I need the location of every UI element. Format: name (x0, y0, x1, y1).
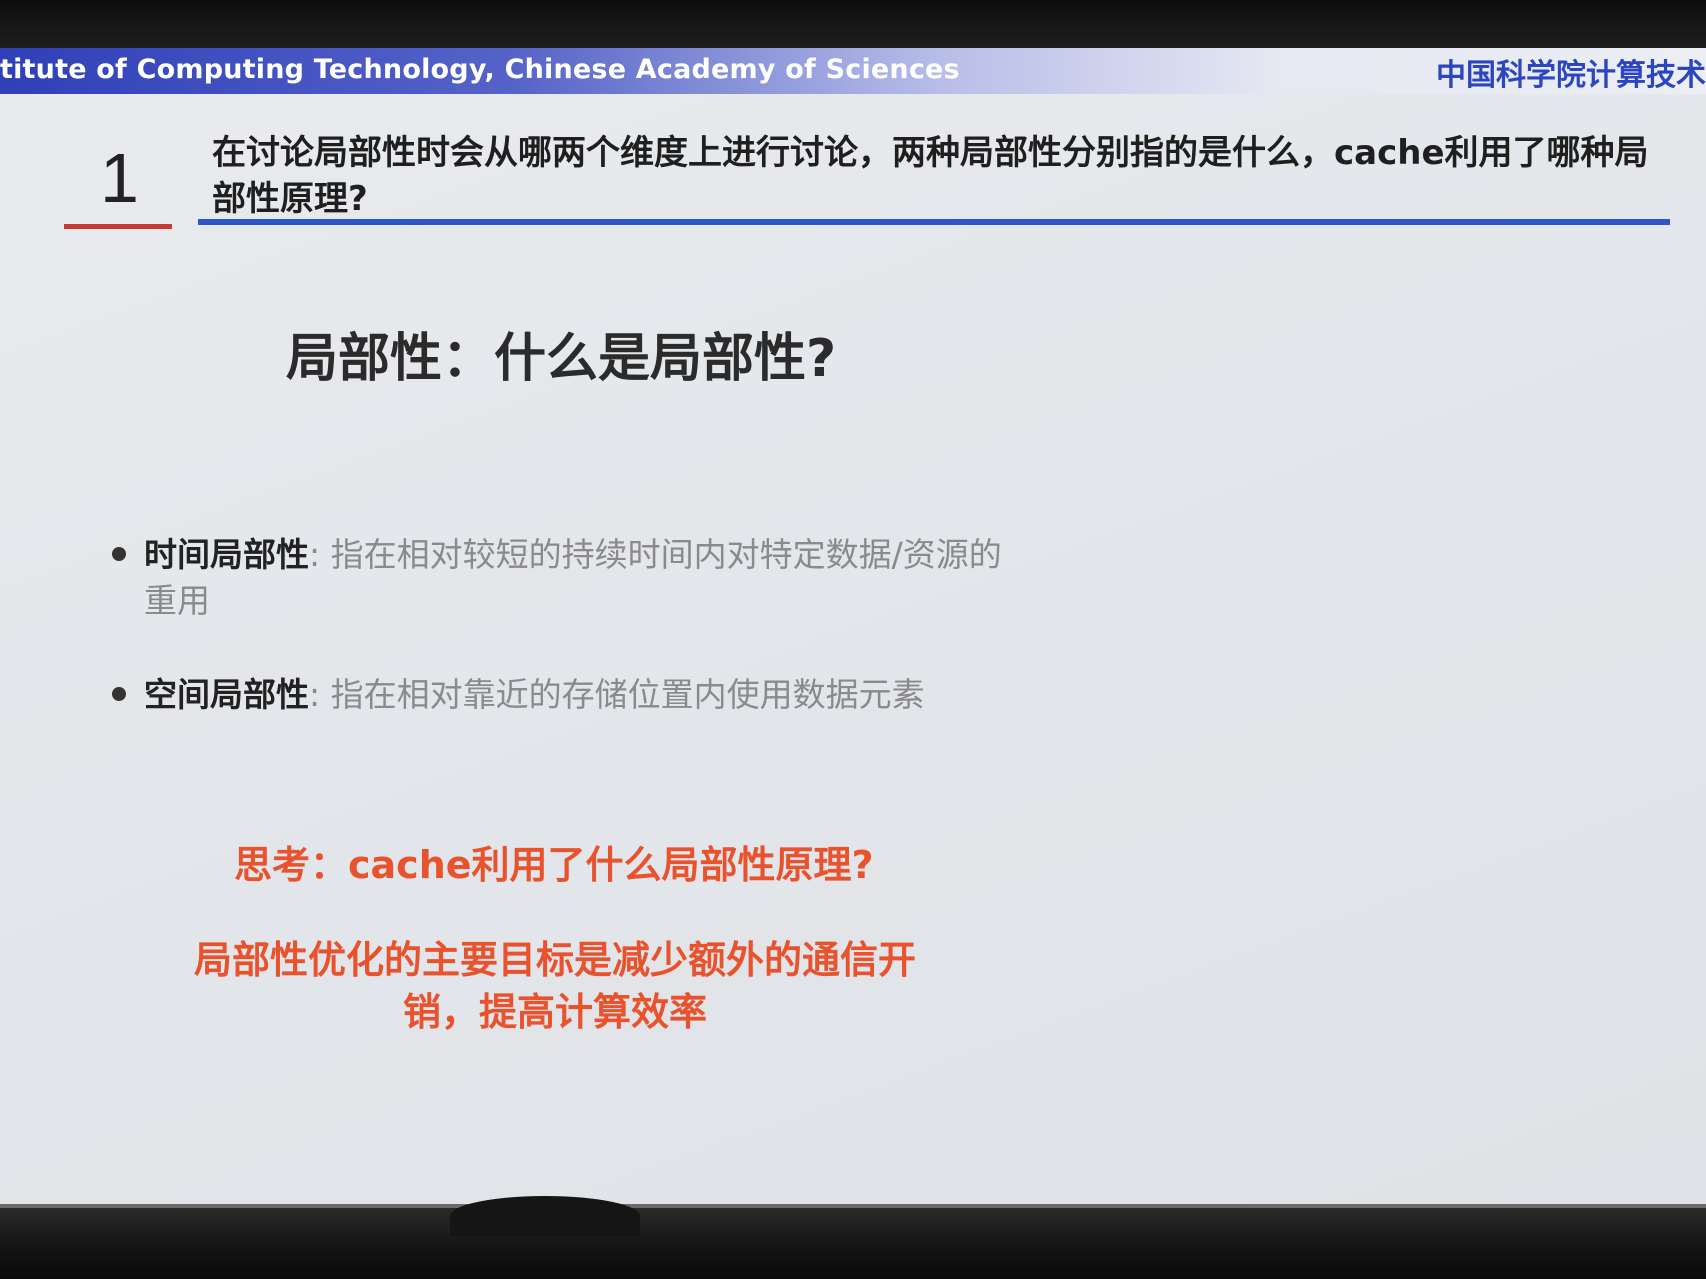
room-bottom-shadow (0, 1208, 1706, 1279)
bullet-spatial-locality: 空间局部性: 指在相对靠近的存储位置内使用数据元素 (112, 672, 1012, 718)
bullet-term: 时间局部性 (144, 535, 309, 574)
think-question: 思考：cache利用了什么局部性原理? (234, 843, 874, 887)
slide-header-bar: titute of Computing Technology, Chinese … (0, 48, 1706, 94)
slide-title: 局部性：什么是局部性? (286, 329, 837, 389)
bullet-dot-icon (112, 687, 126, 701)
bullet-description: 指在相对靠近的存储位置内使用数据元素 (330, 675, 925, 714)
projection-screen: titute of Computing Technology, Chinese … (0, 48, 1706, 1210)
bullet-separator: : (309, 675, 321, 714)
bullet-content: 时间局部性: 指在相对较短的持续时间内对特定数据/资源的重用 (144, 532, 1012, 624)
question-underline (198, 219, 1670, 225)
projector-top-shadow (0, 0, 1706, 52)
question-number: 1 (100, 139, 139, 217)
bullet-dot-icon (112, 547, 126, 561)
header-chinese-title: 中国科学院计算技术 (1436, 58, 1706, 93)
bullet-term: 空间局部性 (144, 675, 309, 714)
bullet-temporal-locality: 时间局部性: 指在相对较短的持续时间内对特定数据/资源的重用 (112, 532, 1012, 624)
locality-goal-text: 局部性优化的主要目标是减少额外的通信开销，提高计算效率 (193, 938, 916, 1034)
audience-head-silhouette (450, 1196, 640, 1236)
header-english-title: titute of Computing Technology, Chinese … (0, 54, 960, 85)
question-number-underline (64, 224, 172, 229)
bullet-separator: : (309, 535, 321, 574)
bullet-content: 空间局部性: 指在相对靠近的存储位置内使用数据元素 (144, 672, 1012, 718)
question-text: 在讨论局部性时会从哪两个维度上进行讨论，两种局部性分别指的是什么，cache利用… (212, 133, 1649, 219)
